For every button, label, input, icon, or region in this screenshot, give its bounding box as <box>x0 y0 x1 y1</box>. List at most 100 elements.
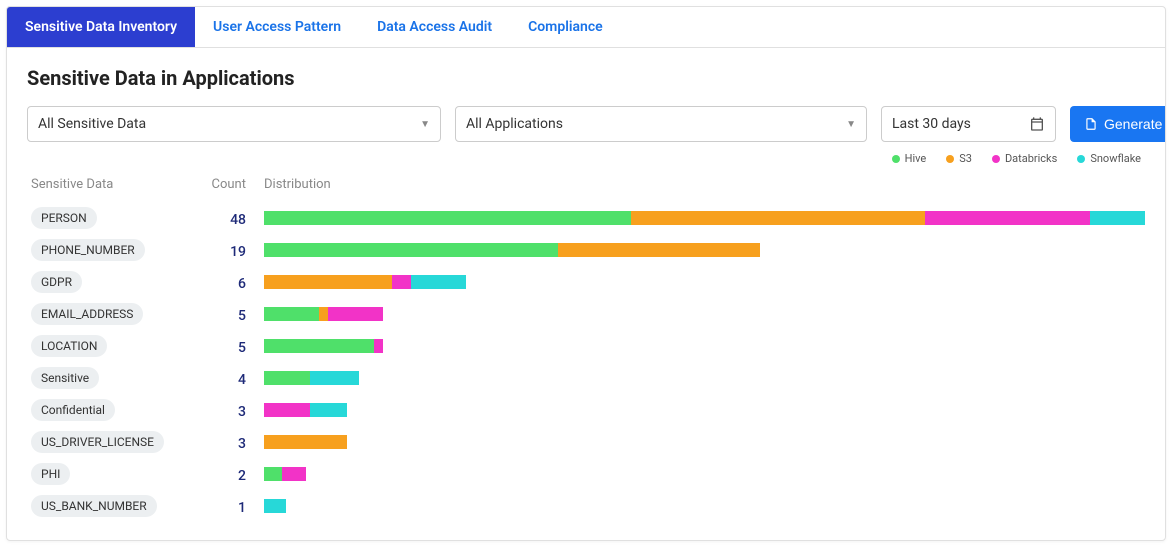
chart-row: PHI 2 <box>27 458 1145 490</box>
count-cell: 1 <box>209 497 264 516</box>
chart-row: GDPR6 <box>27 266 1145 298</box>
bar-track <box>264 211 1145 225</box>
tag-pill[interactable]: LOCATION <box>31 335 107 357</box>
count-cell: 48 <box>209 209 264 228</box>
applications-select[interactable]: All Applications ▼ <box>455 106 867 142</box>
legend-label: Snowflake <box>1090 152 1141 165</box>
applications-select-value: All Applications <box>466 116 563 132</box>
bar-segment-snowflake <box>264 499 286 513</box>
tag-cell: US_DRIVER_LICENSE <box>27 431 209 453</box>
count-value: 4 <box>238 372 246 388</box>
count-cell: 5 <box>209 337 264 356</box>
bar-segment-snowflake <box>310 403 347 417</box>
sensitive-data-select[interactable]: All Sensitive Data ▼ <box>27 106 441 142</box>
distribution-cell <box>264 403 1145 417</box>
distribution-cell <box>264 211 1145 225</box>
header-distribution: Distribution <box>264 177 1145 192</box>
bar-track <box>264 307 1145 321</box>
document-icon <box>1084 117 1098 131</box>
distribution-cell <box>264 339 1145 353</box>
bar-track <box>264 371 1145 385</box>
date-range-select[interactable]: Last 30 days <box>881 106 1056 142</box>
legend-item-s3: S3 <box>946 152 972 165</box>
bar-segment-databricks <box>374 339 383 353</box>
legend-label: Databricks <box>1005 152 1057 165</box>
chart-row: EMAIL_ADDRESS 5 <box>27 298 1145 330</box>
tag-pill[interactable]: US_DRIVER_LICENSE <box>31 431 164 453</box>
bar-segment-hive <box>264 467 282 481</box>
chart-body: PERSON48PHONE_NUMBER19GDPR6EMAIL_ADDRESS… <box>27 202 1145 522</box>
filter-row: All Sensitive Data ▼ All Applications ▼ … <box>27 106 1145 142</box>
bar-track <box>264 467 1145 481</box>
count-value: 19 <box>230 244 246 260</box>
date-range-select-value: Last 30 days <box>892 116 971 132</box>
bar-segment-hive <box>264 243 558 257</box>
bar-segment-s3 <box>264 275 392 289</box>
tab-data-access-audit[interactable]: Data Access Audit <box>359 7 510 47</box>
tab-sensitive-data-inventory[interactable]: Sensitive Data Inventory <box>7 7 195 47</box>
bar-segment-s3 <box>319 307 328 321</box>
bar-track <box>264 435 1145 449</box>
legend-dot-icon <box>946 155 954 163</box>
bar-track <box>264 243 1145 257</box>
bar-segment-s3 <box>264 435 347 449</box>
legend-dot-icon <box>892 155 900 163</box>
chart-row: Confidential3 <box>27 394 1145 426</box>
bar-segment-databricks <box>925 211 1090 225</box>
legend-label: Hive <box>905 152 927 165</box>
chart-row: US_BANK_NUMBER 1 <box>27 490 1145 522</box>
chart-row: Sensitive 4 <box>27 362 1145 394</box>
count-cell: 3 <box>209 433 264 452</box>
tag-cell: PHI <box>27 463 209 485</box>
distribution-cell <box>264 467 1145 481</box>
tag-pill[interactable]: US_BANK_NUMBER <box>31 495 157 517</box>
tag-pill[interactable]: PHI <box>31 463 70 485</box>
tab-compliance[interactable]: Compliance <box>510 7 621 47</box>
count-value: 5 <box>238 340 246 356</box>
chevron-down-icon: ▼ <box>420 119 430 130</box>
legend-item-databricks: Databricks <box>992 152 1057 165</box>
bar-segment-s3 <box>558 243 760 257</box>
distribution-cell <box>264 371 1145 385</box>
bar-track <box>264 499 1145 513</box>
generate-button-label: Generate <box>1104 116 1162 132</box>
tag-pill[interactable]: PHONE_NUMBER <box>31 239 145 261</box>
generate-button[interactable]: Generate <box>1070 106 1166 142</box>
count-value: 48 <box>230 212 246 228</box>
tag-pill[interactable]: GDPR <box>31 271 82 293</box>
tab-user-access-pattern[interactable]: User Access Pattern <box>195 7 359 47</box>
calendar-icon <box>1029 116 1045 132</box>
bar-segment-databricks <box>328 307 383 321</box>
bar-segment-hive <box>264 339 374 353</box>
distribution-cell <box>264 499 1145 513</box>
bar-segment-databricks <box>264 403 310 417</box>
count-cell: 5 <box>209 305 264 324</box>
count-cell: 4 <box>209 369 264 388</box>
tag-pill[interactable]: Confidential <box>31 399 115 421</box>
chart-row: PERSON 48 <box>27 202 1145 234</box>
distribution-cell <box>264 435 1145 449</box>
chart-legend: Hive S3 Databricks Snowflake <box>27 152 1145 165</box>
bar-track <box>264 275 1145 289</box>
tag-cell: US_BANK_NUMBER <box>27 495 209 517</box>
tag-pill[interactable]: Sensitive <box>31 367 99 389</box>
bar-segment-hive <box>264 307 319 321</box>
distribution-cell <box>264 275 1145 289</box>
tag-cell: PHONE_NUMBER <box>27 239 209 261</box>
tag-pill[interactable]: EMAIL_ADDRESS <box>31 303 143 325</box>
header-sensitive-data: Sensitive Data <box>27 177 209 192</box>
tag-cell: Sensitive <box>27 367 209 389</box>
chevron-down-icon: ▼ <box>846 119 856 130</box>
count-value: 1 <box>238 500 246 516</box>
tag-pill[interactable]: PERSON <box>31 207 97 229</box>
bar-track <box>264 339 1145 353</box>
count-cell: 2 <box>209 465 264 484</box>
panel-content: Sensitive Data in Applications All Sensi… <box>7 48 1165 540</box>
bar-segment-s3 <box>631 211 925 225</box>
header-count: Count <box>209 177 264 192</box>
tag-cell: LOCATION <box>27 335 209 357</box>
count-value: 2 <box>238 468 246 484</box>
chart-row: LOCATION 5 <box>27 330 1145 362</box>
legend-item-snowflake: Snowflake <box>1077 152 1141 165</box>
bar-segment-databricks <box>392 275 410 289</box>
